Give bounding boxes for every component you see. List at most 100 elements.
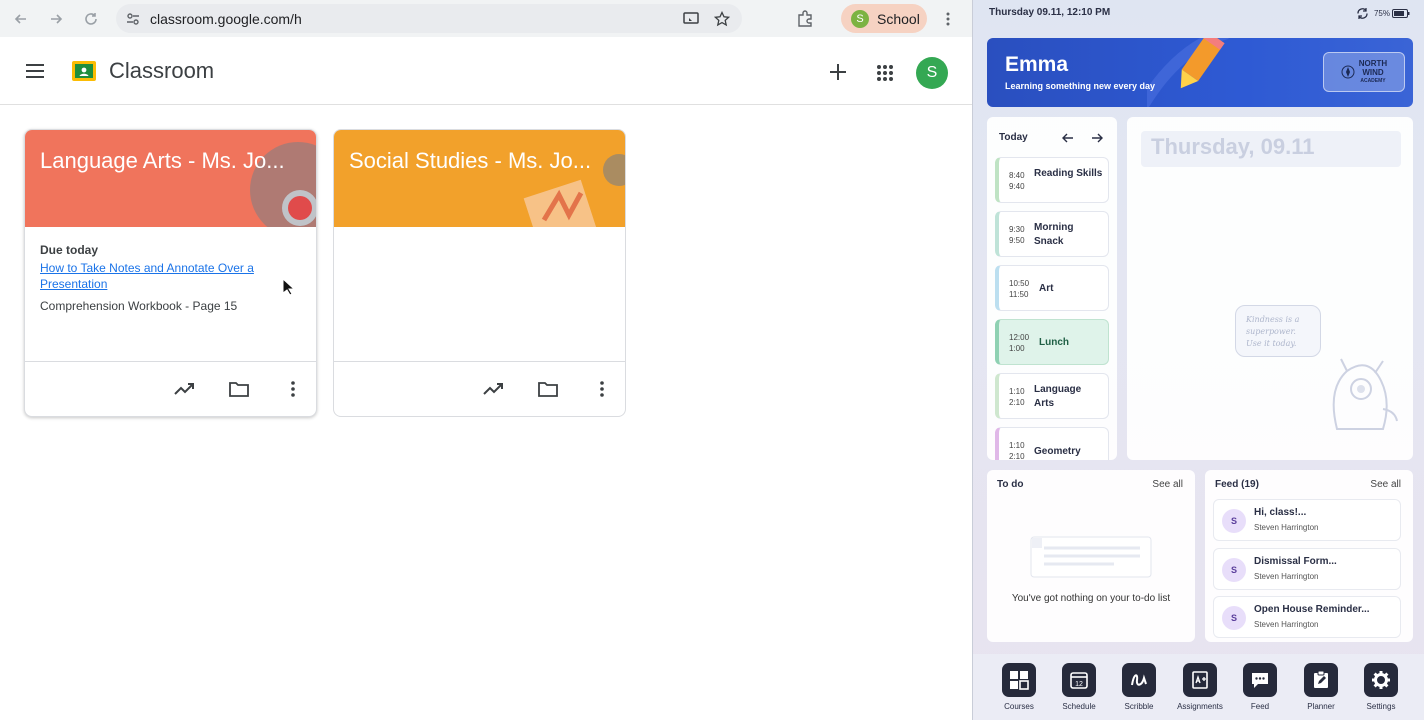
schedule-item[interactable]: 10:50 11:50 Art <box>995 265 1109 311</box>
class-title[interactable]: Language Arts - Ms. Jo... <box>40 148 310 174</box>
schedule-item[interactable]: 1:10 2:10 Language Arts <box>995 373 1109 419</box>
extensions-puzzle-icon[interactable] <box>796 10 814 28</box>
schedule-start: 1:10 <box>1009 441 1025 450</box>
class-card-banner[interactable]: Language Arts - Ms. Jo... <box>25 130 316 227</box>
reload-icon <box>85 12 97 25</box>
class-card-banner[interactable]: Social Studies - Ms. Jo... <box>334 130 625 227</box>
main-menu-icon[interactable] <box>25 63 45 79</box>
logo-line: ACADEMY <box>1360 77 1386 84</box>
logo-line: NORTH <box>1358 58 1388 68</box>
google-apps-icon[interactable] <box>876 64 894 82</box>
feed-avatar: S <box>1222 606 1246 630</box>
schedule-panel: Today 8:40 9:40 Reading Skills 9:30 9:50… <box>987 117 1117 460</box>
dock-schedule[interactable]: 12 Schedule <box>1049 663 1109 711</box>
bookmark-star-icon[interactable] <box>714 10 730 27</box>
arrow-left-icon <box>14 13 26 24</box>
schedule-end: 2:10 <box>1009 452 1025 460</box>
sync-icon <box>1357 8 1368 19</box>
feed-item-title: Dismissal Form... <box>1254 556 1337 567</box>
student-tagline: Learning something new every day <box>1005 81 1156 91</box>
todo-see-all[interactable]: See all <box>1152 479 1183 490</box>
class-card-body: Due today How to Take Notes and Annotate… <box>25 227 316 362</box>
schedule-item[interactable]: 9:30 9:50 Morning Snack <box>995 211 1109 257</box>
pencil-illustration <box>1147 38 1229 107</box>
schedule-end: 1:00 <box>1009 344 1025 353</box>
schedule-start: 1:10 <box>1009 387 1025 396</box>
extension-icon[interactable] <box>752 9 782 27</box>
cast-icon[interactable] <box>682 11 700 27</box>
class-card-actions <box>334 362 625 416</box>
dock-label: Courses <box>1004 702 1034 711</box>
profile-chip[interactable]: S School <box>841 4 927 33</box>
dock-settings[interactable]: Settings <box>1351 663 1411 711</box>
banner-illustration <box>250 142 316 227</box>
assignment-item[interactable]: Comprehension Workbook - Page 15 <box>40 299 301 313</box>
browser-menu-icon[interactable] <box>944 11 952 27</box>
schedule-start: 10:50 <box>1009 279 1030 288</box>
schedule-name: Lunch <box>1039 337 1069 348</box>
dock-feed[interactable]: Feed <box>1230 663 1290 711</box>
todo-empty-message: You've got nothing on your to-do list <box>1011 593 1171 604</box>
schedule-label: Today <box>999 132 1028 143</box>
schedule-start: 9:30 <box>1009 225 1025 234</box>
class-title[interactable]: Social Studies - Ms. Jo... <box>349 148 619 174</box>
feed-avatar: S <box>1222 509 1246 533</box>
feed-avatar: S <box>1222 558 1246 582</box>
next-day-icon[interactable] <box>1091 133 1103 143</box>
browser-window: classroom.google.com/h S School Classroo… <box>0 0 972 720</box>
scribble-icon <box>1131 674 1147 686</box>
dock-assignments[interactable]: Assignments <box>1170 663 1230 711</box>
prev-day-icon[interactable] <box>1062 133 1074 143</box>
folder-icon[interactable] <box>535 376 561 402</box>
compass-icon <box>1341 65 1355 79</box>
more-vert-icon[interactable] <box>280 376 306 402</box>
schedule-end: 9:50 <box>1009 236 1025 245</box>
account-avatar[interactable]: S <box>916 57 948 89</box>
class-card-social-studies[interactable]: Social Studies - Ms. Jo... <box>333 129 626 417</box>
schedule-start: 8:40 <box>1009 171 1025 180</box>
schedule-start: 12:00 <box>1009 333 1030 342</box>
sticky-note: Kindness is a superpower. Use it today. <box>1235 305 1321 357</box>
feed-item[interactable]: S Open House Reminder... Steven Harringt… <box>1213 596 1401 638</box>
screen: classroom.google.com/h S School Classroo… <box>0 0 1424 720</box>
schedule-item[interactable]: 1:10 2:10 Geometry <box>995 427 1109 460</box>
app-title: Classroom <box>109 57 215 83</box>
dock-label: Schedule <box>1062 702 1096 711</box>
url-text: classroom.google.com/h <box>150 10 302 27</box>
back-button[interactable] <box>7 5 35 33</box>
trending-icon[interactable] <box>172 376 198 402</box>
dock-scribble[interactable]: Scribble <box>1109 663 1169 711</box>
classroom-header: Classroom S <box>0 37 972 105</box>
courses-icon <box>1010 671 1029 690</box>
account-initial: S <box>926 64 938 81</box>
mouse-cursor-icon <box>282 278 294 296</box>
feed-title: Feed (19) <box>1215 479 1259 490</box>
dock-courses[interactable]: Courses <box>989 663 1049 711</box>
welcome-banner: Emma Learning something new every day NO… <box>987 38 1413 107</box>
feed-see-all[interactable]: See all <box>1370 479 1401 490</box>
folder-icon[interactable] <box>226 376 252 402</box>
schedule-name: Morning Snack <box>1034 222 1074 247</box>
feed-item[interactable]: S Hi, class!... Steven Harrington <box>1213 499 1401 541</box>
class-card-language-arts[interactable]: Language Arts - Ms. Jo... Due today How … <box>24 129 317 417</box>
battery-icon <box>1392 9 1410 18</box>
schedule-item[interactable]: 8:40 9:40 Reading Skills <box>995 157 1109 203</box>
more-vert-icon[interactable] <box>589 376 615 402</box>
tablet-dashboard: Thursday 09.11, 12:10 PM 75% Emma Learni… <box>972 0 1424 720</box>
app-dock: Courses 12 Schedule Scribble Assignments… <box>973 654 1424 720</box>
arrow-right-icon <box>51 13 63 24</box>
calendar-icon: 12 <box>1070 672 1088 689</box>
address-bar[interactable]: classroom.google.com/h <box>116 4 742 33</box>
reload-button[interactable] <box>77 5 105 33</box>
dock-label: Planner <box>1307 702 1335 711</box>
forward-button[interactable] <box>42 5 70 33</box>
add-class-icon[interactable] <box>829 63 847 81</box>
dock-planner[interactable]: Planner <box>1291 663 1351 711</box>
schedule-item-current[interactable]: 12:00 1:00 Lunch <box>995 319 1109 365</box>
assignment-grade-icon <box>1192 671 1208 689</box>
trending-icon[interactable] <box>481 376 507 402</box>
assignment-link[interactable]: How to Take Notes and Annotate Over a Pr… <box>40 260 270 292</box>
empty-list-icon <box>1030 536 1152 578</box>
monster-illustration <box>1332 358 1398 430</box>
feed-item[interactable]: S Dismissal Form... Steven Harrington <box>1213 548 1401 590</box>
